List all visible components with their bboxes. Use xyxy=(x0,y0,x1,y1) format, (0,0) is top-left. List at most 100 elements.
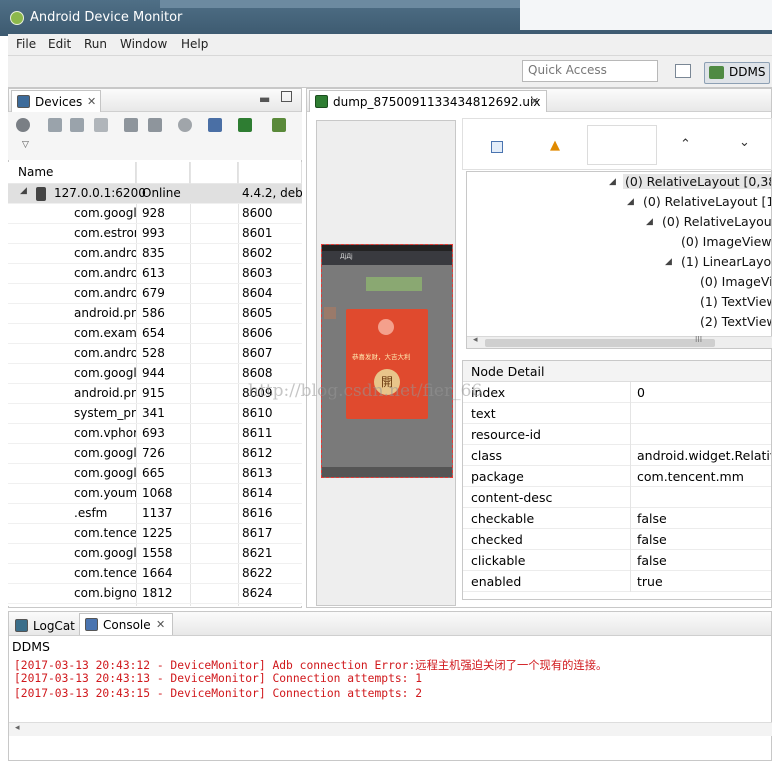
tree-node[interactable]: (1) TextView: xyxy=(700,294,771,309)
search-box[interactable] xyxy=(587,125,657,165)
tree-expand-arrow-icon[interactable]: ◢ xyxy=(627,197,634,207)
process-row[interactable]: com.bigno 1812 8624 xyxy=(8,584,302,604)
stop-process-icon[interactable] xyxy=(178,118,192,132)
warning-icon[interactable]: ▲ xyxy=(550,138,560,153)
tree-horizontal-scrollbar[interactable]: ◂ III xyxy=(467,335,772,348)
device-screenshot[interactable]: ДјДј 恭喜发财，大吉大利 開 xyxy=(321,244,453,478)
detail-key: text xyxy=(471,406,496,421)
start-method-profiling-icon[interactable] xyxy=(148,118,162,132)
process-name: android.pr xyxy=(74,386,136,400)
close-icon[interactable]: ✕ xyxy=(87,95,96,108)
process-row[interactable]: com.estron 993 8601 xyxy=(8,224,302,244)
tab-console-label: Console xyxy=(103,618,151,632)
column-header-blank[interactable] xyxy=(190,162,238,184)
detail-row[interactable]: enabled true xyxy=(463,571,771,592)
tree-node[interactable]: (0) RelativeLayout [135 xyxy=(643,194,771,209)
view-menu-chevron-icon[interactable]: ▽ xyxy=(22,140,29,150)
detail-row[interactable]: checked false xyxy=(463,529,771,550)
process-row[interactable]: com.googl 928 8600 xyxy=(8,204,302,224)
dump-hprof-icon[interactable] xyxy=(70,118,84,132)
tree-expand-arrow-icon[interactable]: ◢ xyxy=(646,217,653,227)
dump-view-hierarchy-icon[interactable] xyxy=(238,118,252,132)
process-row[interactable]: com.tencer 1664 8622 xyxy=(8,564,302,584)
tree-node[interactable]: (0) RelativeLayout [0,38][7 xyxy=(623,174,771,189)
process-row[interactable]: com.googl 1558 8621 xyxy=(8,544,302,564)
detail-row[interactable]: resource-id xyxy=(463,424,771,445)
detail-row[interactable]: checkable false xyxy=(463,508,771,529)
detail-row[interactable]: clickable false xyxy=(463,550,771,571)
quick-access-input[interactable]: Quick Access xyxy=(522,60,658,82)
tab-devices-label: Devices xyxy=(35,95,83,109)
collapse-arrow-icon[interactable]: ◢ xyxy=(20,186,27,196)
process-row[interactable]: com.tencer 1225 8617 xyxy=(8,524,302,544)
cause-gc-icon[interactable] xyxy=(94,118,108,132)
tree-node[interactable]: (0) ImageView [ xyxy=(681,234,771,249)
scrollbar-grip: III xyxy=(695,335,703,344)
scroll-left-icon[interactable]: ◂ xyxy=(15,723,20,733)
process-pid: 915 xyxy=(142,386,165,400)
detail-row[interactable]: package com.tencent.mm xyxy=(463,466,771,487)
process-row[interactable]: .esfm 1137 8616 xyxy=(8,504,302,524)
expand-all-icon[interactable] xyxy=(491,141,503,153)
process-row[interactable]: com.googl 726 8612 xyxy=(8,444,302,464)
scroll-left-icon[interactable]: ◂ xyxy=(473,335,478,345)
console-horizontal-scrollbar[interactable]: ◂ xyxy=(9,722,772,736)
menu-help[interactable]: Help xyxy=(181,37,208,51)
process-pid: 586 xyxy=(142,306,165,320)
next-result-icon[interactable]: ⌄ xyxy=(739,135,750,150)
close-icon[interactable]: ✕ xyxy=(156,618,165,631)
column-header-name[interactable]: Name xyxy=(8,162,136,184)
sender-avatar xyxy=(378,319,394,335)
process-row[interactable]: com.youm 1068 8614 xyxy=(8,484,302,504)
tree-expand-arrow-icon[interactable]: ◢ xyxy=(665,257,672,267)
detail-row[interactable]: content-desc xyxy=(463,487,771,508)
tab-devices[interactable]: Devices ✕ xyxy=(11,90,101,112)
process-port: 8616 xyxy=(242,506,273,520)
open-perspective-icon[interactable] xyxy=(675,64,691,78)
tree-expand-arrow-icon[interactable]: ◢ xyxy=(609,177,616,187)
previous-result-icon[interactable]: ⌃ xyxy=(680,137,691,152)
tree-node[interactable]: (1) LinearLayout xyxy=(681,254,771,269)
tree-node[interactable]: (2) TextView: xyxy=(700,314,771,329)
minimize-icon[interactable]: ▬ xyxy=(259,92,270,106)
detail-row[interactable]: index 0 xyxy=(463,382,771,403)
screen-capture-icon[interactable] xyxy=(208,118,222,132)
menu-run[interactable]: Run xyxy=(84,37,107,51)
close-icon[interactable]: ✕ xyxy=(530,95,539,108)
process-row[interactable]: com.andro 835 8602 xyxy=(8,244,302,264)
process-port: 8617 xyxy=(242,526,273,540)
maximize-icon[interactable] xyxy=(281,91,292,102)
menu-file[interactable]: File xyxy=(16,37,36,51)
scrollbar-thumb[interactable] xyxy=(485,339,715,347)
process-row[interactable]: com.andro 613 8603 xyxy=(8,264,302,284)
column-header-pid[interactable] xyxy=(136,162,190,184)
menu-window[interactable]: Window xyxy=(120,37,167,51)
process-row[interactable]: com.andro 679 8604 xyxy=(8,284,302,304)
column-header-port[interactable] xyxy=(238,162,302,184)
tree-node[interactable]: (0) ImageVie xyxy=(700,274,771,289)
device-row[interactable]: ◢ 127.0.0.1:6200 Online 4.4.2, deb xyxy=(8,184,302,204)
process-row[interactable]: com.examp 654 8606 xyxy=(8,324,302,344)
tab-logcat[interactable]: LogCat xyxy=(9,614,77,636)
detail-row[interactable]: text xyxy=(463,403,771,424)
tree-node[interactable]: (0) RelativeLayout [ xyxy=(662,214,771,229)
ddms-icon xyxy=(709,66,724,79)
process-row[interactable]: android.pr 586 8605 xyxy=(8,304,302,324)
menu-edit[interactable]: Edit xyxy=(48,37,71,51)
hierarchy-toolbar: ▲ ⌃ ⌄ xyxy=(462,118,772,170)
process-row[interactable]: com.googl 665 8613 xyxy=(8,464,302,484)
process-row[interactable]: system_prc 341 8610 xyxy=(8,404,302,424)
tab-dump-file[interactable]: dump_8750091133434812692.uix ✕ xyxy=(309,90,547,112)
debug-icon[interactable] xyxy=(16,118,30,132)
detail-value: com.tencent.mm xyxy=(637,469,744,484)
process-pid: 654 xyxy=(142,326,165,340)
process-row[interactable]: com.vphor 693 8611 xyxy=(8,424,302,444)
update-threads-icon[interactable] xyxy=(124,118,138,132)
update-heap-icon[interactable] xyxy=(48,118,62,132)
avatar xyxy=(324,307,336,319)
detail-row[interactable]: class android.widget.Relative xyxy=(463,445,771,466)
process-port: 8610 xyxy=(242,406,273,420)
systrace-icon[interactable] xyxy=(272,118,286,132)
process-row[interactable]: com.andro 528 8607 xyxy=(8,344,302,364)
tab-console[interactable]: Console ✕ xyxy=(79,613,173,635)
